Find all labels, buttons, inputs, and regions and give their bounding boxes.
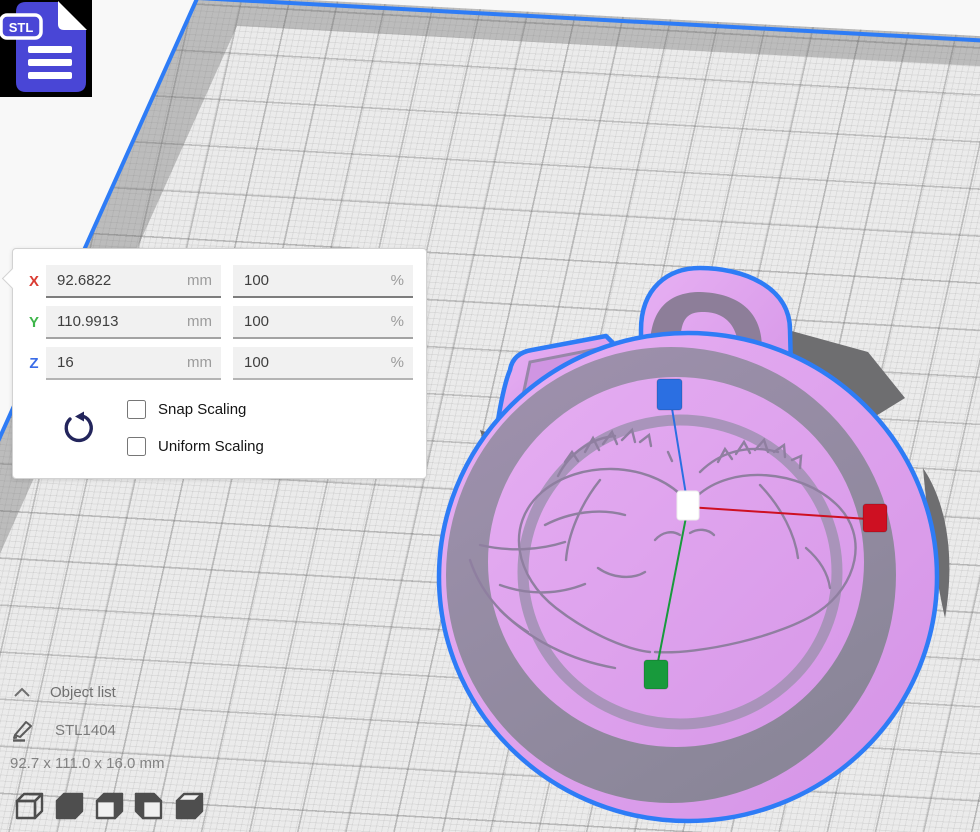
cube-left-icon — [132, 790, 166, 822]
uniform-scaling-option: Uniform Scaling — [127, 437, 264, 456]
view-3d-button[interactable] — [12, 790, 46, 822]
snap-scaling-label: Snap Scaling — [158, 401, 246, 418]
scale-tool-panel: X mm % Y mm % Z mm — [12, 248, 427, 479]
x-size-field: mm — [46, 265, 221, 298]
cube-right-icon — [172, 790, 206, 822]
view-right-button[interactable] — [172, 790, 206, 822]
scale-handle-center[interactable] — [677, 491, 699, 520]
scale-handle-y[interactable] — [644, 660, 668, 689]
z-percent-unit: % — [391, 354, 404, 371]
z-size-field: mm — [46, 347, 221, 380]
snap-scaling-checkbox[interactable] — [127, 400, 146, 419]
uniform-scaling-checkbox[interactable] — [127, 437, 146, 456]
scale-handle-z[interactable] — [657, 379, 682, 410]
z-percent-input[interactable] — [233, 347, 413, 378]
scale-handle-x[interactable] — [863, 504, 887, 532]
x-percent-unit: % — [391, 272, 404, 289]
object-list-item[interactable]: STL1404 — [10, 718, 116, 742]
camera-view-toolbar — [12, 790, 212, 822]
stl-badge-label: STL — [9, 20, 34, 35]
y-percent-field: % — [233, 306, 413, 339]
view-front-button[interactable] — [52, 790, 86, 822]
y-percent-unit: % — [391, 313, 404, 330]
object-item-name: STL1404 — [55, 722, 116, 739]
y-size-unit: mm — [187, 313, 212, 330]
slicer-window: STL X mm % Y mm % — [0, 0, 980, 832]
object-list-header: Object list — [50, 684, 116, 701]
view-left-button[interactable] — [132, 790, 166, 822]
z-percent-field: % — [233, 347, 413, 380]
model-body — [439, 333, 937, 821]
snap-scaling-option: Snap Scaling — [127, 400, 246, 419]
scale-row-z: Z mm % — [13, 347, 426, 381]
document-lines-icon — [28, 46, 72, 79]
z-size-unit: mm — [187, 354, 212, 371]
y-percent-input[interactable] — [233, 306, 413, 337]
reset-scale-button[interactable] — [61, 411, 97, 447]
x-size-unit: mm — [187, 272, 212, 289]
model-stl1404[interactable] — [400, 245, 980, 832]
model-dimensions-label: 92.7 x 111.0 x 16.0 mm — [10, 755, 165, 772]
uniform-scaling-label: Uniform Scaling — [158, 438, 264, 455]
scale-row-y: Y mm % — [13, 306, 426, 340]
cube-top-icon — [92, 790, 126, 822]
x-percent-field: % — [233, 265, 413, 298]
view-top-button[interactable] — [92, 790, 126, 822]
cube-front-icon — [52, 790, 86, 822]
axis-z-label: Z — [23, 355, 45, 372]
axis-y-label: Y — [23, 314, 45, 331]
x-percent-input[interactable] — [233, 265, 413, 296]
stl-file-icon[interactable]: STL — [0, 0, 100, 100]
pencil-icon — [10, 718, 36, 742]
scale-row-x: X mm % — [13, 265, 426, 299]
folded-corner-icon — [58, 1, 87, 30]
cube-3d-icon — [12, 790, 46, 822]
object-list-toggle[interactable]: Object list — [13, 684, 116, 701]
chevron-up-icon — [13, 687, 31, 698]
y-size-field: mm — [46, 306, 221, 339]
reset-icon — [61, 411, 97, 447]
axis-x-label: X — [23, 273, 45, 290]
